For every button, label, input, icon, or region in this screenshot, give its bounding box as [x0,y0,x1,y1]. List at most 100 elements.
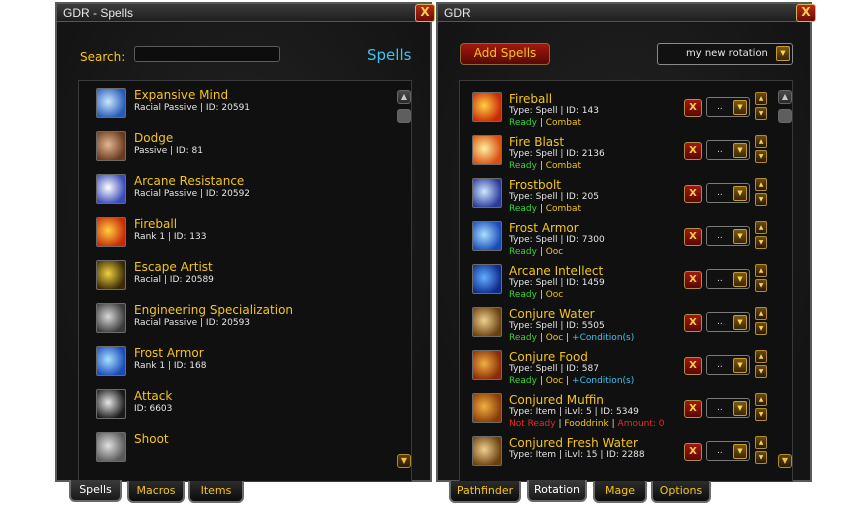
move-down-button[interactable]: ▼ [755,150,767,163]
rotation-spell-name: Fire Blast [509,135,565,149]
status-part: Combat [545,161,582,171]
attack-icon [96,389,126,419]
tab-options[interactable]: Options [651,481,711,503]
tab-macros[interactable]: Macros [127,481,185,503]
status-part: Ready [509,204,537,214]
move-down-button[interactable]: ▼ [755,279,767,292]
spell-details: Racial Passive | ID: 20593 [134,318,251,328]
condition-dropdown[interactable]: .. ▼ [706,183,750,203]
rotation-spell-name: Conjure Water [509,307,595,321]
rotation-spell-status: Ready | Combat [509,118,581,128]
rotation-dropdown[interactable]: my new rotation ▼ [657,43,793,65]
condition-dropdown[interactable]: .. ▼ [706,226,750,246]
rotation-row: Conjured Muffin Type: Item | iLvl: 5 | ID… [472,393,792,436]
chevron-down-icon: ▼ [733,143,747,158]
condition-dropdown[interactable]: .. ▼ [706,97,750,117]
move-down-button[interactable]: ▼ [755,107,767,120]
move-down-button[interactable]: ▼ [755,451,767,464]
tab-spells[interactable]: Spells [69,480,122,502]
rotation-spell-details: Type: Spell | ID: 2136 [509,149,605,159]
move-up-button[interactable]: ▲ [755,393,767,406]
arcane-resistance-icon [96,174,126,204]
spell-name: Engineering Specialization [134,303,294,317]
condition-dropdown-value: .. [717,446,723,456]
chevron-down-icon: ▼ [733,186,747,201]
move-up-button[interactable]: ▲ [755,436,767,449]
move-down-button[interactable]: ▼ [755,365,767,378]
shoot-icon [96,432,126,462]
move-up-button[interactable]: ▲ [755,264,767,277]
rotation-spell-status: Ready | Combat [509,204,581,214]
condition-dropdown[interactable]: .. ▼ [706,140,750,160]
remove-spell-button[interactable]: X [684,99,702,117]
remove-spell-button[interactable]: X [684,400,702,418]
spell-name: Escape Artist [134,260,213,274]
status-part: | [536,333,546,343]
search-input[interactable] [134,46,280,62]
condition-dropdown[interactable]: .. ▼ [706,398,750,418]
chevron-down-icon: ▼ [733,401,747,416]
tab-rotation[interactable]: Rotation [527,480,587,502]
frostbolt-icon [472,178,502,208]
status-part: Ready [509,161,537,171]
rotation-window: GDR X Add Spells my new rotation ▼ ▲ ▼ F… [436,2,816,482]
close-spells-window-button[interactable]: X [415,4,435,22]
condition-dropdown[interactable]: .. ▼ [706,355,750,375]
spells-window: GDR - Spells X Search: Spells ▲ ▼ Expans… [55,2,435,482]
engineering-icon [96,303,126,333]
remove-spell-button[interactable]: X [684,314,702,332]
rotation-row: Conjure Water Type: Spell | ID: 5505 Ready… [472,307,792,350]
move-down-button[interactable]: ▼ [755,408,767,421]
remove-spell-button[interactable]: X [684,142,702,160]
move-up-button[interactable]: ▲ [755,135,767,148]
rotation-spell-status: Not Ready | Fooddrink | Amount: 0 [509,419,665,429]
condition-dropdown-value: .. [717,231,723,241]
spell-name: Fireball [134,217,178,231]
spell-name: Expansive Mind [134,88,229,102]
move-up-button[interactable]: ▲ [755,92,767,105]
spell-name: Arcane Resistance [134,174,245,188]
scroll-thumb[interactable] [397,109,411,123]
status-part: Ready [509,376,537,386]
move-down-button[interactable]: ▼ [755,322,767,335]
scroll-down-button[interactable]: ▼ [397,454,411,468]
move-up-button[interactable]: ▲ [755,221,767,234]
remove-spell-button[interactable]: X [684,185,702,203]
move-up-button[interactable]: ▲ [755,307,767,320]
move-down-button[interactable]: ▼ [755,193,767,206]
scroll-up-button[interactable]: ▲ [397,90,411,104]
chevron-down-icon: ▼ [733,100,747,115]
move-down-button[interactable]: ▼ [755,236,767,249]
remove-spell-button[interactable]: X [684,228,702,246]
rotation-spell-details: Type: Spell | ID: 143 [509,106,599,116]
condition-dropdown[interactable]: .. ▼ [706,269,750,289]
remove-spell-button[interactable]: X [684,357,702,375]
remove-spell-button[interactable]: X [684,443,702,461]
remove-spell-button[interactable]: X [684,271,702,289]
status-part: Combat [545,118,582,128]
close-rotation-window-button[interactable]: X [796,4,816,22]
rotation-row: Conjured Fresh Water Type: Item | iLvl: 1… [472,436,792,479]
add-spells-button[interactable]: Add Spells [460,43,550,65]
rotation-spell-name: Arcane Intellect [509,264,604,278]
spell-details: ID: 6603 [134,404,173,414]
condition-dropdown[interactable]: .. ▼ [706,312,750,332]
move-up-button[interactable]: ▲ [755,178,767,191]
status-part: Ready [509,290,537,300]
rotation-spell-name: Conjure Food [509,350,588,364]
tab-mage[interactable]: Mage [593,481,647,503]
tab-pathfinder[interactable]: Pathfinder [449,481,521,503]
condition-dropdown[interactable]: .. ▼ [706,441,750,461]
status-part: | [536,118,546,128]
conjure-water-icon [472,307,502,337]
status-part: +Condition(s) [572,333,635,343]
status-part: | [563,376,573,386]
fireball-icon [472,92,502,122]
rotation-spell-details: Type: Spell | ID: 1459 [509,278,605,288]
spell-details: Rank 1 | ID: 133 [134,232,207,242]
move-up-button[interactable]: ▲ [755,350,767,363]
conjured-muffin-icon [472,393,502,423]
chevron-down-icon: ▼ [733,229,747,244]
status-part: Ready [509,118,537,128]
tab-items[interactable]: Items [188,481,244,503]
